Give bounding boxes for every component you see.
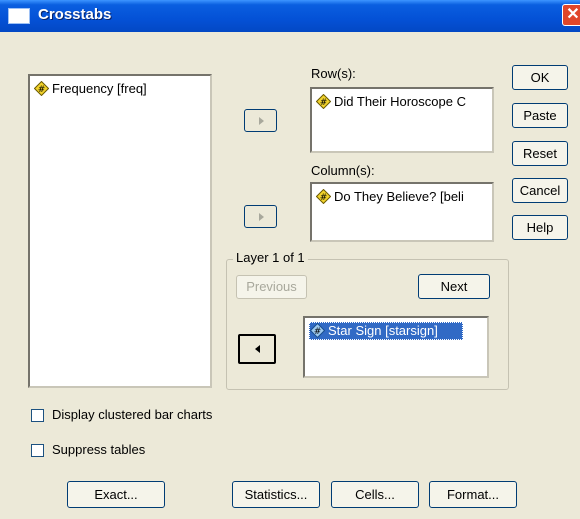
suppress-tables-label[interactable]: Suppress tables	[52, 442, 145, 457]
help-button[interactable]: Help	[512, 215, 568, 240]
window-title: Crosstabs	[38, 6, 112, 23]
nominal-variable-icon: #	[310, 323, 325, 338]
rows-list[interactable]: # Did Their Horoscope C	[310, 87, 494, 153]
clustered-bar-checkbox[interactable]	[31, 409, 44, 422]
list-item[interactable]: # Did Their Horoscope C	[316, 93, 488, 111]
title-bar[interactable]: Crosstabs ✕	[0, 0, 580, 32]
exact-button[interactable]: Exact...	[67, 481, 165, 508]
paste-button[interactable]: Paste	[512, 103, 568, 128]
svg-text:#: #	[314, 327, 322, 337]
list-item[interactable]: # Frequency [freq]	[34, 80, 204, 98]
move-to-columns-button[interactable]	[244, 205, 277, 228]
statistics-button[interactable]: Statistics...	[232, 481, 320, 508]
rows-label: Row(s):	[311, 66, 356, 81]
scale-variable-icon: #	[34, 81, 49, 96]
columns-label: Column(s):	[311, 163, 375, 178]
variable-label: Do They Believe? [beli	[334, 189, 464, 204]
source-variable-list[interactable]: # Frequency [freq]	[28, 74, 212, 388]
svg-text:#: #	[38, 85, 46, 95]
variable-label: Did Their Horoscope C	[334, 94, 466, 109]
clustered-bar-label[interactable]: Display clustered bar charts	[52, 407, 212, 422]
list-item[interactable]: # Do They Believe? [beli	[316, 188, 488, 206]
window-icon	[8, 8, 30, 24]
scale-variable-icon: #	[316, 94, 331, 109]
previous-layer-button[interactable]: Previous	[236, 275, 307, 299]
arrow-right-icon	[259, 213, 264, 221]
format-button[interactable]: Format...	[429, 481, 517, 508]
arrow-right-icon	[259, 117, 264, 125]
arrow-left-icon	[255, 345, 260, 353]
cells-button[interactable]: Cells...	[331, 481, 419, 508]
move-from-layer-button[interactable]	[238, 334, 276, 364]
next-layer-button[interactable]: Next	[418, 274, 490, 299]
svg-text:#: #	[320, 98, 328, 108]
reset-button[interactable]: Reset	[512, 141, 568, 166]
layer-group-label: Layer 1 of 1	[233, 250, 308, 265]
scale-variable-icon: #	[316, 189, 331, 204]
variable-label: Star Sign [starsign]	[328, 323, 438, 338]
svg-text:#: #	[320, 193, 328, 203]
close-button[interactable]: ✕	[562, 4, 580, 26]
variable-label: Frequency [freq]	[52, 81, 147, 96]
cancel-button[interactable]: Cancel	[512, 178, 568, 203]
suppress-tables-checkbox[interactable]	[31, 444, 44, 457]
list-item-selected[interactable]: # Star Sign [starsign]	[309, 322, 463, 340]
columns-list[interactable]: # Do They Believe? [beli	[310, 182, 494, 242]
move-to-rows-button[interactable]	[244, 109, 277, 132]
ok-button[interactable]: OK	[512, 65, 568, 90]
layer-list[interactable]: # Star Sign [starsign]	[303, 316, 489, 378]
